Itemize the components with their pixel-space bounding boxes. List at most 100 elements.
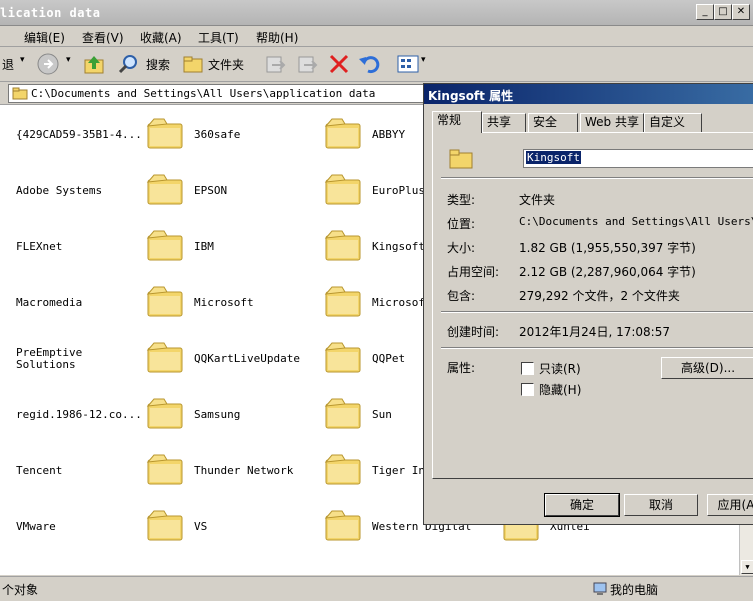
size-on-disk-value: 2.12 GB (2,287,960,064 字节) [519,265,696,279]
folder-label: VMware [16,520,56,533]
folder-icon [146,118,183,149]
folder-icon [324,286,361,317]
folder-icon [146,454,183,485]
folder-label: PreEmptive Solutions [16,346,83,371]
up-folder-icon[interactable] [82,52,106,76]
folder-label: QQPet [372,352,406,365]
folder-name-input[interactable]: Kingsoft [523,149,753,168]
folder-label: EuroPlus [372,184,425,197]
folder-name-value: Kingsoft [526,151,581,164]
advanced-button[interactable]: 高级(D)... [661,357,753,379]
folders-icon[interactable] [182,53,204,75]
forward-icon[interactable] [36,52,60,76]
properties-dialog: Kingsoft 属性 常规 共享 安全 Web 共享 自定义 Kingsoft… [423,83,753,525]
cancel-button[interactable]: 取消 [624,494,698,516]
folder-icon [146,230,183,261]
folder-label: 360safe [194,128,241,141]
minimize-button[interactable]: _ [696,4,714,20]
folder-label: Tencent [16,464,63,477]
folder-label: Samsung [194,408,241,421]
back-label[interactable]: 退 [2,56,14,73]
folders-button[interactable]: 文件夹 [208,56,244,73]
views-dropdown-icon[interactable]: ▾ [421,55,426,65]
contains-label: 包含: [447,289,476,303]
forward-dropdown-icon[interactable]: ▾ [66,55,71,65]
folder-label: regid.1986-12.co... [16,408,142,421]
undo-icon[interactable] [358,53,382,75]
address-path: C:\Documents and Settings\All Users\appl… [31,87,376,100]
folder-label: Macromedia [16,296,83,309]
folder-icon [449,149,473,169]
folder-label: Thunder Network [194,464,294,477]
copy-to-icon[interactable] [296,53,318,75]
menu-tools[interactable]: 工具(T) [198,29,239,46]
folder-icon [146,342,183,373]
tab-security[interactable]: 安全 [528,113,578,133]
menu-favorites[interactable]: 收藏(A) [140,29,182,46]
readonly-checkbox[interactable] [521,362,534,375]
menu-view[interactable]: 查看(V) [82,29,124,46]
back-dropdown-icon[interactable]: ▾ [20,55,25,65]
folder-icon [146,286,183,317]
folder-icon [324,230,361,261]
tab-web-sharing[interactable]: Web 共享 [580,113,644,133]
scroll-down-icon[interactable]: ▼ [741,560,753,574]
folder-icon [146,510,183,541]
folder-icon [324,454,361,485]
folder-label: Microsoft [194,296,254,309]
attributes-label: 属性: [447,361,476,375]
folder-label: IBM [194,240,214,253]
location-value: C:\Documents and Settings\All Users\app [519,215,753,228]
close-window-button[interactable]: ✕ [732,4,750,20]
search-button[interactable]: 搜索 [146,56,170,73]
status-location: 我的电脑 [610,583,659,597]
tab-customize[interactable]: 自定义 [644,113,702,133]
ok-button[interactable]: 确定 [544,493,620,517]
folder-icon [146,174,183,205]
size-on-disk-label: 占用空间: [447,265,500,279]
readonly-label: 只读(R) [539,362,581,376]
explorer-titlebar: lication data _ □ ✕ [0,0,753,26]
hidden-checkbox[interactable] [521,383,534,396]
search-icon[interactable] [118,53,140,75]
dialog-tabs: 常规 共享 安全 Web 共享 自定义 [432,111,753,133]
separator [441,311,753,313]
folder-label: {429CAD59-35B1-4... [16,128,142,141]
maximize-button[interactable]: □ [714,4,732,20]
apply-button[interactable]: 应用(A [707,494,753,516]
folder-label: EPSON [194,184,228,197]
folder-label: Tiger In [372,464,425,477]
address-folder-icon [12,87,28,100]
size-value: 1.82 GB (1,955,550,397 字节) [519,241,696,255]
menu-edit[interactable]: 编辑(E) [24,29,65,46]
folder-label: Adobe Systems [16,184,103,197]
folder-label: Sun [372,408,392,421]
folder-label: Kingsoft [372,240,425,253]
delete-icon[interactable] [328,53,350,75]
move-to-icon[interactable] [264,53,286,75]
views-icon[interactable] [396,53,420,75]
hidden-label: 隐藏(H) [539,383,582,397]
folder-label: ABBYY [372,128,406,141]
folder-label: FLEXnet [16,240,63,253]
type-label: 类型: [447,193,476,207]
menu-help[interactable]: 帮助(H) [256,29,298,46]
folder-label: Microsof [372,296,425,309]
tab-general[interactable]: 常规 [432,111,482,133]
status-bar: 个对象 我的电脑 [0,576,753,601]
folder-icon [324,342,361,373]
folder-icon [146,398,183,429]
status-count: 个对象 [2,583,39,597]
folder-icon [324,118,361,149]
created-label: 创建时间: [447,325,500,339]
folder-label: QQKartLiveUpdate [194,352,300,365]
contains-value: 279,292 个文件，2 个文件夹 [519,289,680,303]
created-value: 2012年1月24日, 17:08:57 [519,325,670,339]
address-input[interactable]: C:\Documents and Settings\All Users\appl… [8,84,430,103]
general-panel: Kingsoft 类型: 文件夹 位置: C:\Documents and Se… [432,132,753,479]
toolbar: 退 ▾ ▾ 搜索 文件夹 ▾ [0,47,753,82]
tab-sharing[interactable]: 共享 [482,113,526,133]
folder-icon [324,398,361,429]
type-value: 文件夹 [519,193,556,207]
dialog-title: Kingsoft 属性 [428,89,514,103]
